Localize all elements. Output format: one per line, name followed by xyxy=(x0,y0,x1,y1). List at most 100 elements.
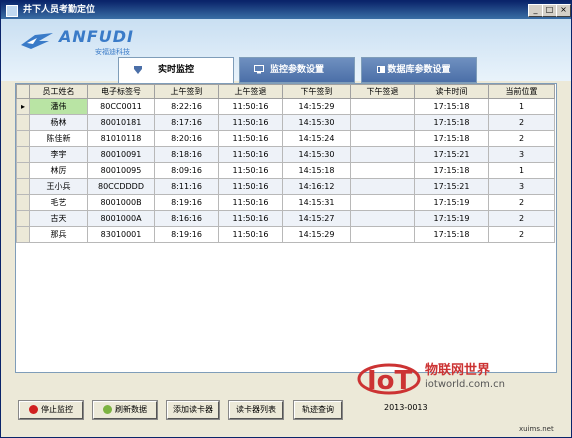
cell-am-checkout[interactable]: 11:50:16 xyxy=(218,130,283,147)
cell-read-time[interactable]: 17:15:19 xyxy=(414,194,489,211)
row-selector[interactable] xyxy=(16,146,30,163)
table-row[interactable]: 那兵 83010001 8:19:16 11:50:16 14:15:29 17… xyxy=(16,226,555,243)
refresh-data-button[interactable]: 刷新数据 xyxy=(92,400,158,420)
attendance-grid[interactable]: 员工姓名 电子标签号 上午签到 上午签退 下午签到 下午签退 读卡时间 当前位置… xyxy=(15,83,557,373)
cell-name[interactable]: 潘伟 xyxy=(29,98,88,115)
cell-am-checkout[interactable]: 11:50:16 xyxy=(218,162,283,179)
cell-pm-checkin[interactable]: 14:15:31 xyxy=(282,194,351,211)
maximize-button[interactable]: □ xyxy=(542,4,557,17)
stop-monitor-button[interactable]: 停止监控 xyxy=(18,400,84,420)
cell-position[interactable]: 2 xyxy=(488,226,555,243)
cell-pm-checkin[interactable]: 14:15:30 xyxy=(282,146,351,163)
table-row[interactable]: ▸ 潘伟 80CC0011 8:22:16 11:50:16 14:15:29 … xyxy=(16,98,555,115)
cell-am-checkin[interactable]: 8:22:16 xyxy=(154,98,219,115)
cell-read-time[interactable]: 17:15:19 xyxy=(414,210,489,227)
cell-pm-checkin[interactable]: 14:15:18 xyxy=(282,162,351,179)
cell-name[interactable]: 林厉 xyxy=(29,162,88,179)
table-row[interactable]: 陈佳新 81010118 8:20:16 11:50:16 14:15:24 1… xyxy=(16,130,555,147)
cell-position[interactable]: 2 xyxy=(488,194,555,211)
table-row[interactable]: 王小兵 80CCDDDD 8:11:16 11:50:16 14:16:12 1… xyxy=(16,178,555,195)
cell-position[interactable]: 1 xyxy=(488,98,555,115)
cell-read-time[interactable]: 17:15:21 xyxy=(414,146,489,163)
cell-position[interactable]: 1 xyxy=(488,162,555,179)
minimize-button[interactable]: _ xyxy=(528,4,543,17)
cell-pm-checkout[interactable] xyxy=(350,210,415,227)
column-header[interactable]: 员工姓名 xyxy=(29,84,88,99)
cell-pm-checkout[interactable] xyxy=(350,178,415,195)
cell-name[interactable]: 毛艺 xyxy=(29,194,88,211)
cell-am-checkin[interactable]: 8:09:16 xyxy=(154,162,219,179)
cell-position[interactable]: 3 xyxy=(488,146,555,163)
cell-name[interactable]: 陈佳新 xyxy=(29,130,88,147)
cell-tag-id[interactable]: 80010095 xyxy=(87,162,155,179)
row-selector[interactable] xyxy=(16,114,30,131)
column-header[interactable]: 上午签到 xyxy=(154,84,219,99)
cell-am-checkout[interactable]: 11:50:16 xyxy=(218,226,283,243)
tab-realtime-monitor[interactable]: 实时监控 xyxy=(118,57,234,83)
cell-read-time[interactable]: 17:15:18 xyxy=(414,98,489,115)
cell-am-checkout[interactable]: 11:50:16 xyxy=(218,178,283,195)
cell-name[interactable]: 李宇 xyxy=(29,146,88,163)
cell-name[interactable]: 那兵 xyxy=(29,226,88,243)
cell-position[interactable]: 2 xyxy=(488,114,555,131)
table-row[interactable]: 林厉 80010095 8:09:16 11:50:16 14:15:18 17… xyxy=(16,162,555,179)
cell-name[interactable]: 王小兵 xyxy=(29,178,88,195)
column-header[interactable]: 当前位置 xyxy=(488,84,555,99)
add-reader-button[interactable]: 添加读卡器 xyxy=(166,400,220,420)
cell-am-checkout[interactable]: 11:50:16 xyxy=(218,146,283,163)
cell-am-checkout[interactable]: 11:50:16 xyxy=(218,114,283,131)
cell-am-checkout[interactable]: 11:50:16 xyxy=(218,98,283,115)
cell-am-checkin[interactable]: 8:16:16 xyxy=(154,210,219,227)
cell-am-checkin[interactable]: 8:18:16 xyxy=(154,146,219,163)
table-row[interactable]: 古天 8001000A 8:16:16 11:50:16 14:15:27 17… xyxy=(16,210,555,227)
table-row[interactable]: 李宇 80010091 8:18:16 11:50:16 14:15:30 17… xyxy=(16,146,555,163)
cell-position[interactable]: 2 xyxy=(488,210,555,227)
tab-database-settings[interactable]: 数据库参数设置 xyxy=(361,57,477,83)
cell-read-time[interactable]: 17:15:18 xyxy=(414,162,489,179)
column-header[interactable]: 读卡时间 xyxy=(414,84,489,99)
cell-tag-id[interactable]: 83010001 xyxy=(87,226,155,243)
cell-am-checkin[interactable]: 8:17:16 xyxy=(154,114,219,131)
row-selector[interactable] xyxy=(16,130,30,147)
cell-pm-checkin[interactable]: 14:16:12 xyxy=(282,178,351,195)
cell-tag-id[interactable]: 80010091 xyxy=(87,146,155,163)
cell-read-time[interactable]: 17:15:18 xyxy=(414,226,489,243)
cell-tag-id[interactable]: 80CC0011 xyxy=(87,98,155,115)
column-header[interactable]: 下午签退 xyxy=(350,84,415,99)
cell-tag-id[interactable]: 80CCDDDD xyxy=(87,178,155,195)
cell-am-checkin[interactable]: 8:19:16 xyxy=(154,226,219,243)
table-row[interactable]: 杨林 80010181 8:17:16 11:50:16 14:15:30 17… xyxy=(16,114,555,131)
cell-pm-checkin[interactable]: 14:15:24 xyxy=(282,130,351,147)
row-selector[interactable] xyxy=(16,178,30,195)
track-query-button[interactable]: 轨迹查询 xyxy=(293,400,343,420)
reader-list-button[interactable]: 读卡器列表 xyxy=(228,400,284,420)
cell-pm-checkout[interactable] xyxy=(350,98,415,115)
cell-tag-id[interactable]: 80010181 xyxy=(87,114,155,131)
cell-position[interactable]: 2 xyxy=(488,130,555,147)
cell-read-time[interactable]: 17:15:18 xyxy=(414,130,489,147)
cell-pm-checkout[interactable] xyxy=(350,194,415,211)
cell-pm-checkout[interactable] xyxy=(350,114,415,131)
column-header[interactable]: 下午签到 xyxy=(282,84,351,99)
cell-tag-id[interactable]: 8001000A xyxy=(87,210,155,227)
cell-am-checkin[interactable]: 8:20:16 xyxy=(154,130,219,147)
cell-pm-checkout[interactable] xyxy=(350,130,415,147)
cell-pm-checkout[interactable] xyxy=(350,226,415,243)
cell-pm-checkin[interactable]: 14:15:29 xyxy=(282,226,351,243)
cell-am-checkout[interactable]: 11:50:16 xyxy=(218,194,283,211)
cell-name[interactable]: 古天 xyxy=(29,210,88,227)
column-header[interactable]: 上午签退 xyxy=(218,84,283,99)
cell-pm-checkout[interactable] xyxy=(350,162,415,179)
cell-tag-id[interactable]: 8001000B xyxy=(87,194,155,211)
column-header[interactable]: 电子标签号 xyxy=(87,84,155,99)
cell-am-checkout[interactable]: 11:50:16 xyxy=(218,210,283,227)
row-selector[interactable] xyxy=(16,210,30,227)
cell-pm-checkin[interactable]: 14:15:27 xyxy=(282,210,351,227)
cell-position[interactable]: 3 xyxy=(488,178,555,195)
cell-pm-checkin[interactable]: 14:15:29 xyxy=(282,98,351,115)
cell-read-time[interactable]: 17:15:21 xyxy=(414,178,489,195)
cell-am-checkin[interactable]: 8:19:16 xyxy=(154,194,219,211)
cell-name[interactable]: 杨林 xyxy=(29,114,88,131)
cell-tag-id[interactable]: 81010118 xyxy=(87,130,155,147)
row-selector[interactable] xyxy=(16,194,30,211)
